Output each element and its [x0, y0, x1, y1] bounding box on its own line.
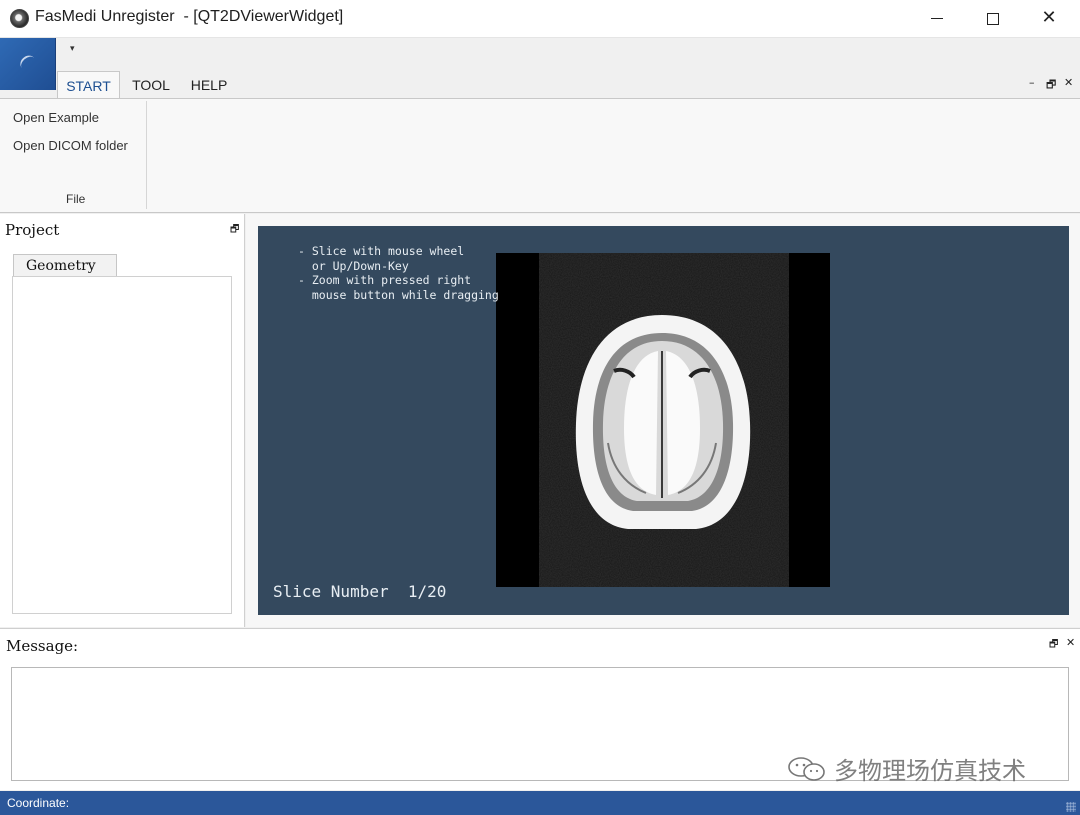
ct-slice-image[interactable] — [496, 253, 830, 587]
status-bar: Coordinate: — [0, 791, 1080, 815]
message-dock-title: Message: — [6, 637, 79, 655]
geometry-tree-panel[interactable] — [12, 276, 232, 614]
open-dicom-folder-button[interactable]: Open DICOM folder — [13, 138, 128, 153]
ct-2d-viewer[interactable]: - Slice with mouse wheel or Up/Down-Key … — [258, 226, 1069, 615]
ribbon-close-icon[interactable]: ✕ — [1064, 76, 1073, 89]
open-example-button[interactable]: Open Example — [13, 110, 99, 125]
wechat-logo-icon — [788, 757, 825, 781]
title-bar: FasMedi Unregister - [QT2DViewerWidget] … — [0, 0, 1080, 38]
tab-geometry[interactable]: Geometry — [13, 254, 117, 276]
message-close-icon[interactable]: ✕ — [1066, 636, 1075, 649]
minimize-icon — [931, 18, 943, 19]
viewer-instructions: - Slice with mouse wheel or Up/Down-Key … — [298, 244, 499, 302]
ribbon-minimize-icon[interactable]: – — [1029, 76, 1035, 89]
close-button[interactable]: ✕ — [1021, 0, 1077, 38]
project-float-icon[interactable]: 🗗 — [230, 222, 239, 239]
tab-start[interactable]: START — [57, 71, 120, 100]
app-window: FasMedi Unregister - [QT2DViewerWidget] … — [0, 0, 1080, 815]
app-menu-icon — [17, 52, 39, 74]
tab-tool[interactable]: TOOL — [126, 71, 176, 99]
app-logo-icon — [10, 9, 29, 28]
maximize-button[interactable] — [965, 0, 1021, 38]
minimize-button[interactable] — [909, 0, 965, 38]
resize-grip-icon[interactable] — [1066, 802, 1076, 812]
ribbon-panel: Open Example Open DICOM folder File — [0, 98, 1080, 213]
close-icon: ✕ — [1041, 7, 1057, 28]
ribbon-restore-icon[interactable]: 🗗 — [1046, 76, 1056, 95]
project-dock: Project 🗗 Geometry — [0, 214, 245, 627]
tab-help[interactable]: HELP — [184, 71, 234, 99]
coordinate-status: Coordinate: — [7, 796, 70, 810]
watermark-text: 多物理场仿真技术 — [834, 757, 1026, 785]
window-title: FasMedi Unregister - [QT2DViewerWidget] — [35, 8, 344, 25]
message-float-icon[interactable]: 🗗 — [1049, 637, 1058, 654]
maximize-icon — [987, 13, 999, 25]
ribbon-group-separator — [146, 101, 147, 209]
project-dock-title: Project — [5, 221, 60, 239]
quick-access-dropdown-icon[interactable]: ▾ — [70, 44, 75, 54]
ribbon-group-label-file: File — [66, 192, 86, 206]
slice-number-label: Slice Number 1/20 — [273, 582, 447, 601]
application-menu-button[interactable] — [0, 38, 56, 90]
skull-cross-section — [539, 253, 789, 587]
message-dock: Message: 🗗 ✕ 多物理场仿真技术 — [0, 628, 1080, 790]
